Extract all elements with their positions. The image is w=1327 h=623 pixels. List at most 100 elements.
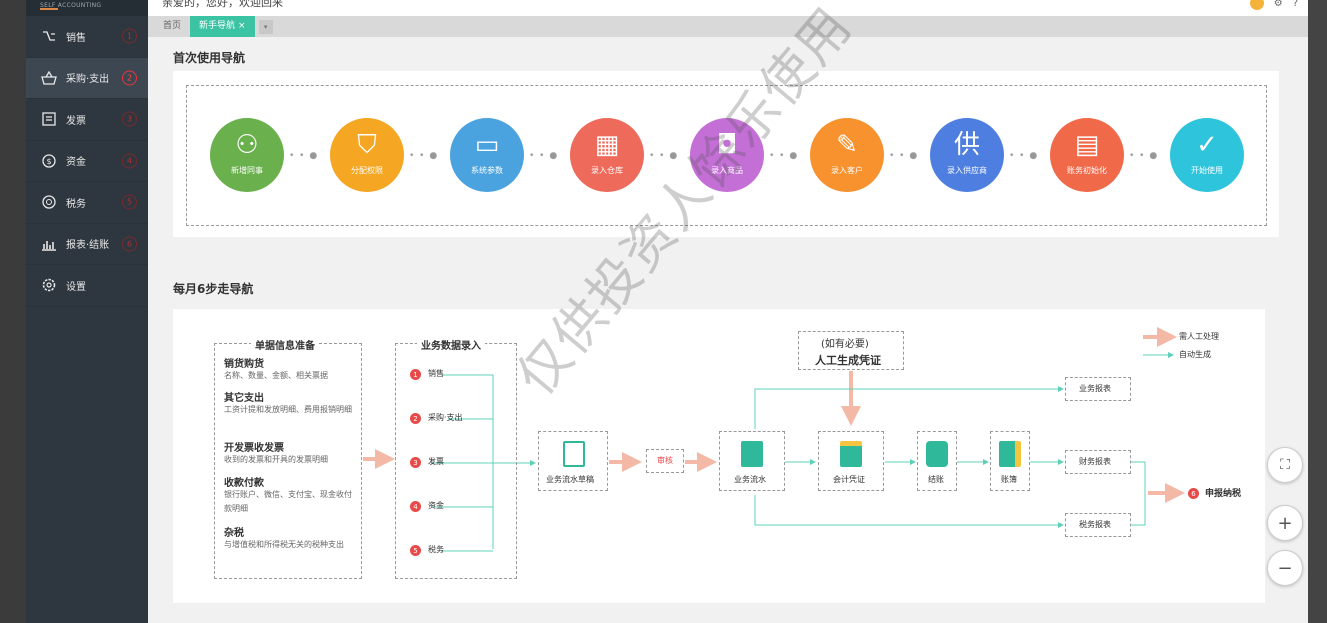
entry-step-badge: 3 (410, 457, 421, 468)
step-connector: • • ● (649, 151, 679, 161)
app-window: SELF ACCOUNTING 销售 1 采购·支出 2 发票 3 $ 资金 4… (26, 0, 1308, 623)
sidebar-item-settings[interactable]: 设置 (26, 265, 148, 307)
sidebar-item-invoice[interactable]: 发票 3 (26, 99, 148, 141)
entry-item-label[interactable]: 税务 (428, 544, 444, 555)
top-bar: 亲爱的，您好，欢迎回来 ⚙ ? (148, 0, 1308, 16)
draft-doc-icon (563, 441, 585, 467)
voucher-label: 会计凭证 (833, 475, 865, 484)
step-label: 录入客户 (831, 165, 863, 175)
sidebar-item-tax[interactable]: 税务 5 (26, 182, 148, 224)
prep-item-desc: 银行账户、微信、支付宝、现金收付款明细 (224, 490, 352, 513)
monthly-title: 每月6步走导航 (173, 282, 254, 296)
sidebar-item-label: 资金 (66, 157, 86, 169)
avatar[interactable] (1249, 0, 1264, 10)
step-badge: 2 (122, 70, 137, 86)
bar-chart-icon (40, 237, 58, 251)
declare-label: 申报纳税 (1205, 489, 1242, 499)
sidebar-item-label: 发票 (66, 115, 86, 127)
entry-item-label[interactable]: 销售 (428, 368, 444, 379)
prep-item-desc: 工资计提和发放明细、费用报销明细 (224, 405, 352, 414)
close-label: 结账 (928, 475, 944, 484)
close-icon[interactable]: × (238, 21, 246, 31)
step-badge: 5 (122, 194, 137, 210)
zoom-in-button[interactable]: + (1267, 505, 1303, 541)
shield-key-icon: ⛉ (357, 129, 377, 160)
step-label: 分配权限 (351, 165, 383, 175)
help-icon[interactable]: ? (1293, 0, 1298, 9)
logo-text: SELF ACCOUNTING (40, 2, 102, 9)
outer-left-rail (0, 0, 26, 623)
svg-text:$: $ (46, 157, 51, 166)
first-use-title: 首次使用导航 (173, 51, 246, 65)
dollar-icon: $ (40, 154, 58, 168)
chevron-down-icon[interactable]: ▾ (258, 19, 273, 34)
prep-item-head: 开发票收发票 (224, 443, 284, 454)
screen-chart-icon: ▤ (1074, 129, 1100, 160)
step-bag-button[interactable]: ◘ 录入商品 (690, 118, 764, 192)
step-badge: 4 (122, 153, 137, 169)
sidebar: SELF ACCOUNTING 销售 1 采购·支出 2 发票 3 $ 资金 4… (26, 0, 148, 623)
step-check-button[interactable]: ✓ 开始使用 (1170, 118, 1244, 192)
outer-right-rail (1308, 0, 1327, 623)
flow-doc-icon (741, 441, 763, 467)
sidebar-item-reports[interactable]: 报表·结账 6 (26, 224, 148, 265)
edit-icon: ✎ (836, 129, 858, 160)
step-label: 录入供应商 (947, 165, 987, 175)
step-connector: • • ● (529, 151, 559, 161)
manual-note-line2: 人工生成凭证 (815, 354, 881, 367)
logo-area: SELF ACCOUNTING (26, 0, 148, 16)
step-monitor-button[interactable]: ▭ 系统参数 (450, 118, 524, 192)
step-connector: • • ● (1129, 151, 1159, 161)
first-use-card: ⚇ 新增同事 • • ● ⛉ 分配权限 • • ● ▭ 系统参数 • • ● ▦ 录入仓库 • • ●… (173, 71, 1279, 237)
sidebar-item-label: 税务 (66, 198, 86, 210)
step-label: 新增同事 (231, 165, 263, 175)
step-warehouse-button[interactable]: ▦ 录入仓库 (570, 118, 644, 192)
legend-auto: 自动生成 (1179, 350, 1211, 359)
step-label: 录入商品 (711, 165, 743, 175)
warehouse-icon: ▦ (594, 129, 620, 160)
entry-item-label[interactable]: 采购·支出 (428, 412, 463, 423)
fullscreen-button[interactable]: ⛶ (1267, 447, 1303, 483)
sidebar-item-label: 销售 (66, 32, 86, 44)
prep-item-head: 收款付款 (224, 478, 264, 489)
entry-step-badge: 4 (410, 501, 421, 512)
step-supplier-button[interactable]: 供录入供应商 (930, 118, 1004, 192)
zoom-out-button[interactable]: − (1267, 550, 1303, 586)
step-screen-chart-button[interactable]: ▤ 账务初始化 (1050, 118, 1124, 192)
sidebar-item-purchase[interactable]: 采购·支出 2 (26, 57, 148, 99)
sidebar-item-sales[interactable]: 销售 1 (26, 16, 148, 58)
step-label: 账务初始化 (1067, 165, 1107, 175)
legend-manual: 需人工处理 (1179, 332, 1219, 341)
check-icon: ✓ (1196, 129, 1218, 160)
declare-step-badge: 6 (1188, 488, 1199, 499)
entry-step-badge: 1 (410, 369, 421, 380)
step-add-user-button[interactable]: ⚇ 新增同事 (210, 118, 284, 192)
sidebar-item-label: 报表·结账 (66, 240, 110, 252)
sidebar-item-funds[interactable]: $ 资金 4 (26, 141, 148, 182)
entry-step-badge: 5 (410, 545, 421, 556)
step-connector: • • ● (769, 151, 799, 161)
monthly-card: 单据信息准备 销货购货 名称、数量、金额、相关票据 其它支出 工资计提和发放明细、费用… (173, 309, 1265, 603)
supplier-icon: 供 (953, 129, 980, 160)
entry-item-label[interactable]: 发票 (428, 456, 444, 467)
step-connector: • • ● (1009, 151, 1039, 161)
prep-item-desc: 收到的发票和开具的发票明细 (224, 455, 328, 464)
settings-icon[interactable]: ⚙ (1274, 0, 1283, 9)
basket-icon (40, 70, 58, 85)
tab-home[interactable]: 首页 (154, 16, 190, 37)
invoice-icon (40, 112, 58, 126)
tab-guide-label: 新手导航 (199, 21, 236, 31)
fin-report-label: 财务报表 (1079, 457, 1111, 466)
manual-note-line1: (如有必要) (821, 339, 869, 350)
ledger-label: 账簿 (1001, 475, 1017, 484)
entry-item-label[interactable]: 资金 (428, 500, 444, 511)
step-shield-key-button[interactable]: ⛉ 分配权限 (330, 118, 404, 192)
sidebar-nav: 销售 1 采购·支出 2 发票 3 $ 资金 4 税务 5 报表·结账 6 设置 (26, 16, 148, 307)
monitor-icon: ▭ (474, 129, 500, 160)
tab-guide[interactable]: 新手导航 × (190, 16, 255, 37)
prep-item-head: 其它支出 (224, 393, 264, 404)
prep-title: 单据信息准备 (251, 337, 319, 352)
top-actions: ⚙ ? (1249, 0, 1298, 10)
prep-item-head: 杂税 (224, 528, 244, 539)
step-edit-button[interactable]: ✎ 录入客户 (810, 118, 884, 192)
